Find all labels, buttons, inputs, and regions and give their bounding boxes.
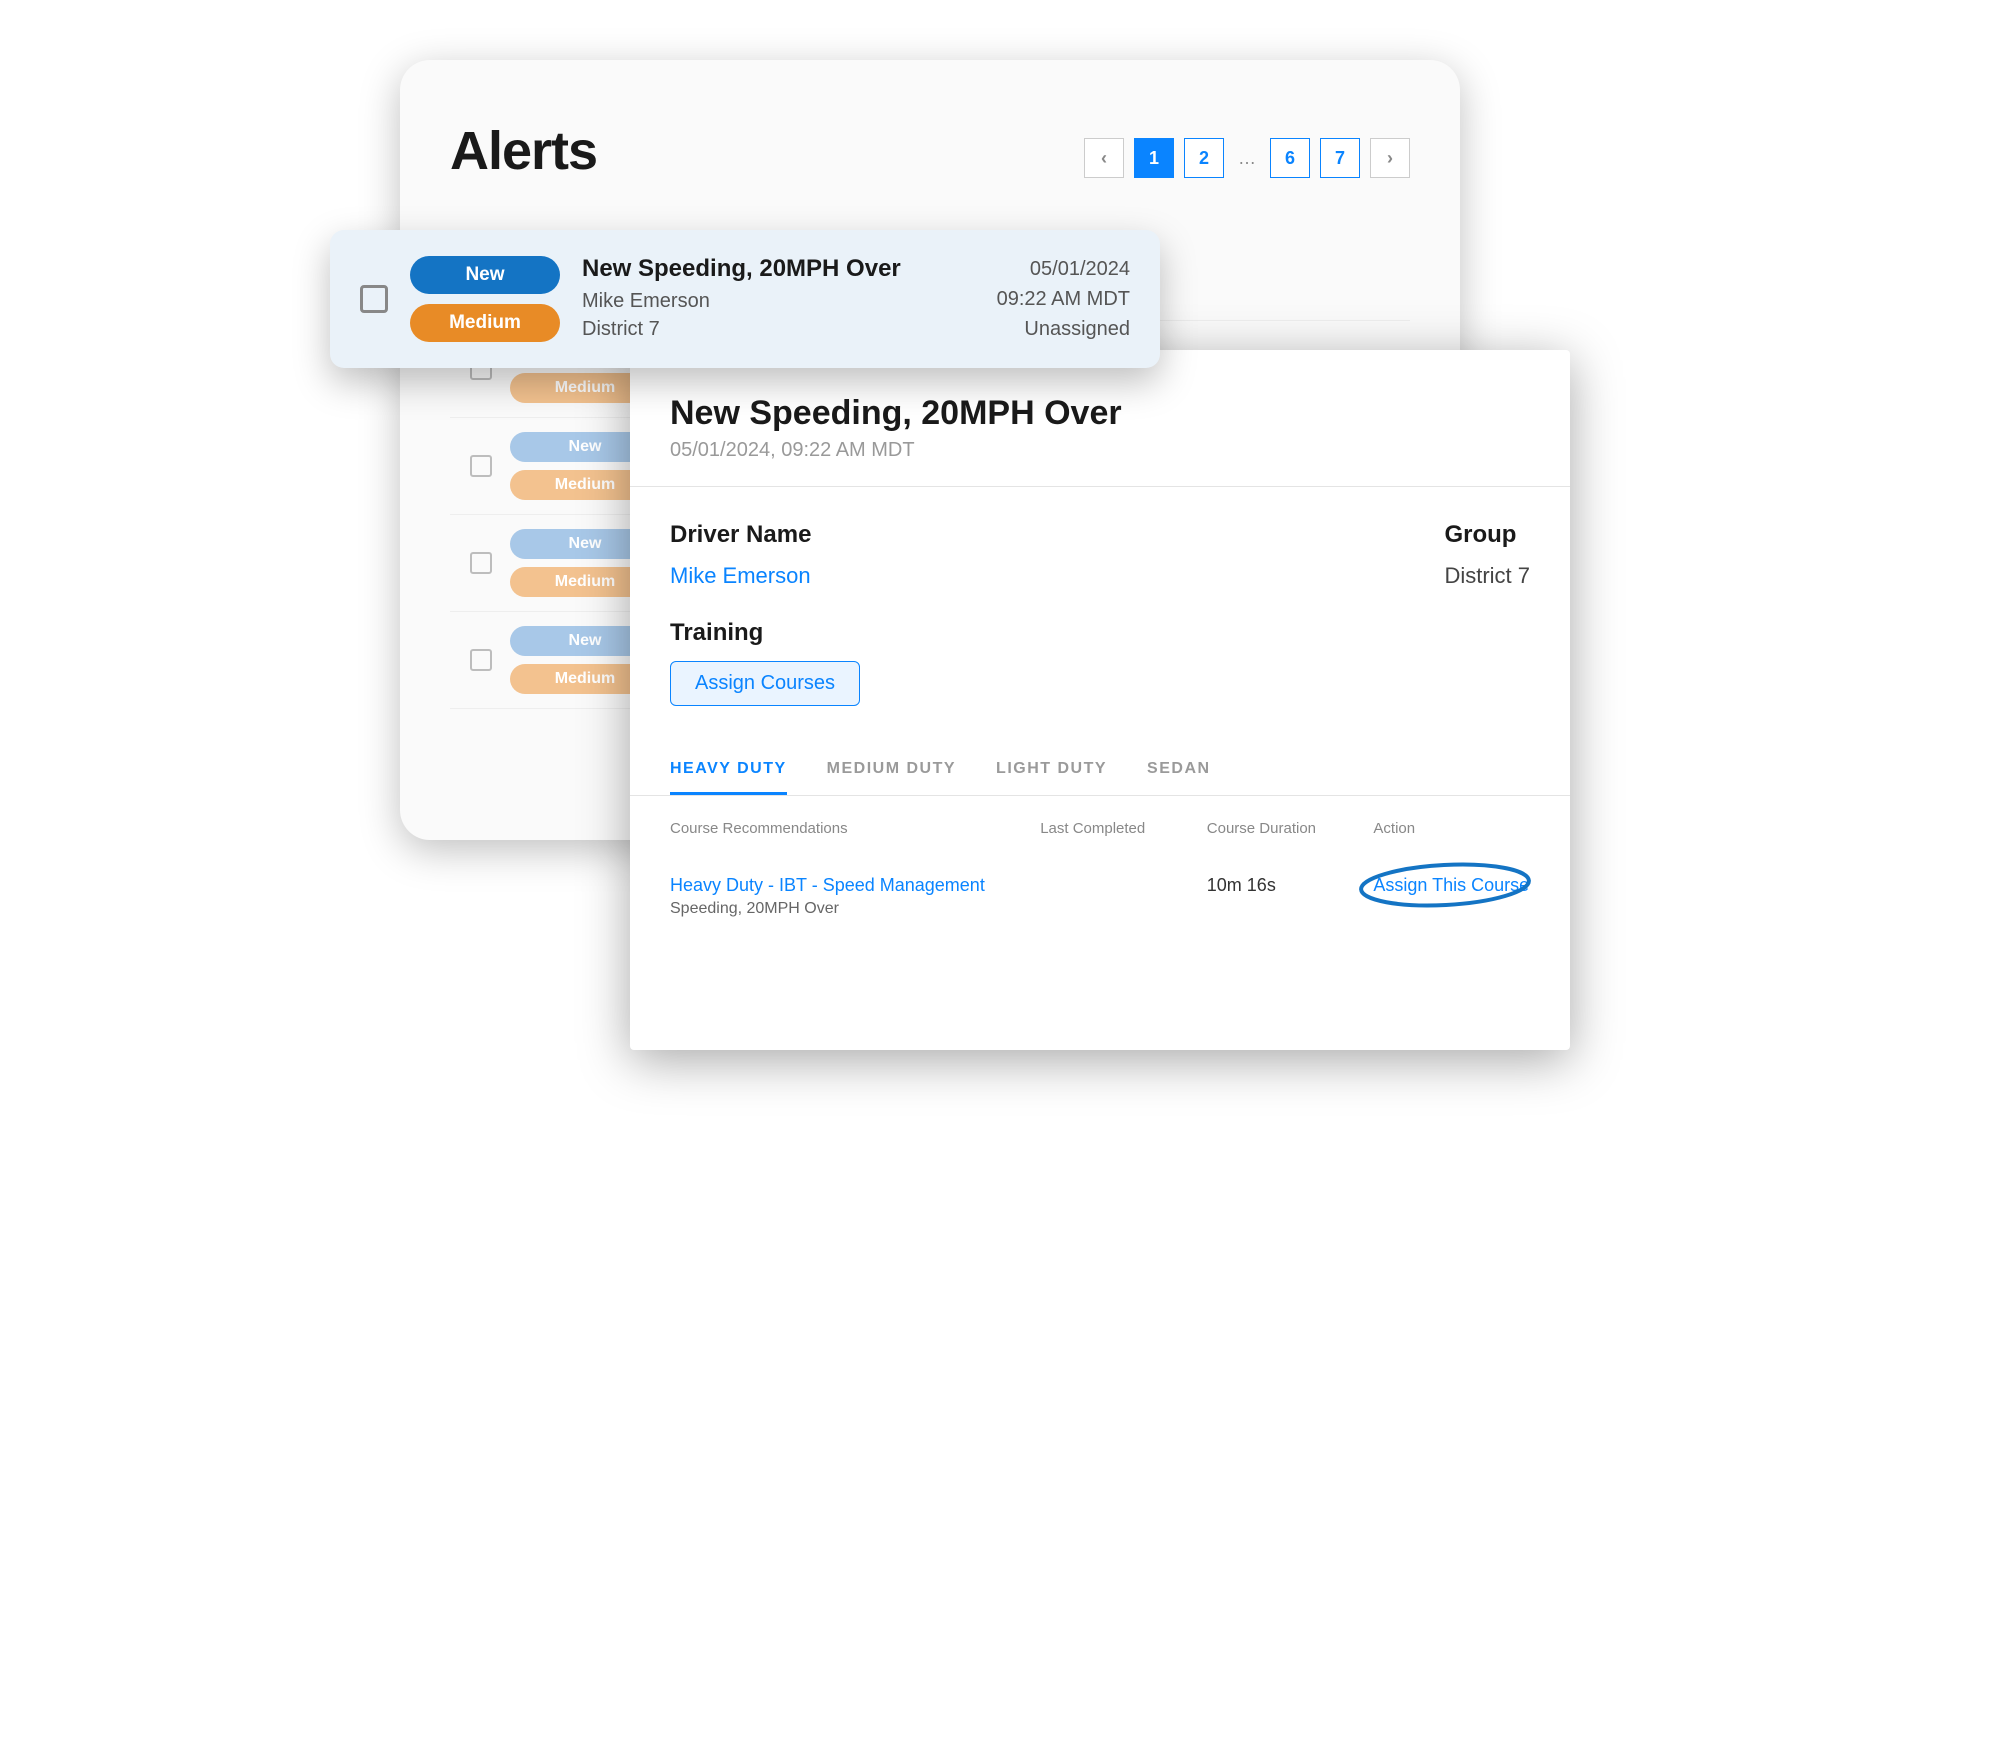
- pagination-page-1[interactable]: 1: [1134, 138, 1174, 178]
- course-row: Heavy Duty - IBT - Speed Management Spee…: [670, 863, 1530, 930]
- col-course: Course Recommendations: [670, 820, 1030, 837]
- assign-this-course-label: Assign This Course: [1373, 875, 1529, 895]
- course-duration: 10m 16s: [1207, 875, 1364, 896]
- pagination-page-6[interactable]: 6: [1270, 138, 1310, 178]
- course-name-link[interactable]: Heavy Duty - IBT - Speed Management: [670, 875, 1030, 896]
- course-table: Course Recommendations Last Completed Co…: [630, 796, 1570, 930]
- pagination-next[interactable]: ›: [1370, 138, 1410, 178]
- status-badge: New: [410, 256, 560, 294]
- row-checkbox[interactable]: [360, 285, 388, 313]
- detail-datetime: 05/01/2024, 09:22 AM MDT: [670, 439, 1530, 462]
- pagination-page-2[interactable]: 2: [1184, 138, 1224, 178]
- course-subtitle: Speeding, 20MPH Over: [670, 900, 1030, 918]
- severity-badge: Medium: [410, 304, 560, 342]
- alert-date: 05/01/2024: [997, 254, 1130, 284]
- assign-courses-button[interactable]: Assign Courses: [670, 661, 860, 706]
- page-title: Alerts: [450, 120, 597, 182]
- tab-sedan[interactable]: SEDAN: [1147, 746, 1211, 795]
- col-last-completed: Last Completed: [1040, 820, 1197, 837]
- alert-district: District 7: [582, 315, 975, 343]
- selected-alert-card[interactable]: New Medium New Speeding, 20MPH Over Mike…: [330, 230, 1160, 368]
- row-checkbox[interactable]: [470, 455, 492, 477]
- tab-medium-duty[interactable]: MEDIUM DUTY: [827, 746, 956, 795]
- alert-detail-panel: New Speeding, 20MPH Over 05/01/2024, 09:…: [630, 350, 1570, 1050]
- col-action: Action: [1373, 820, 1530, 837]
- alert-time: 09:22 AM MDT: [997, 284, 1130, 314]
- tab-light-duty[interactable]: LIGHT DUTY: [996, 746, 1107, 795]
- chevron-left-icon: ‹: [1101, 148, 1107, 169]
- tab-heavy-duty[interactable]: HEAVY DUTY: [670, 746, 787, 795]
- assign-this-course-link[interactable]: Assign This Course: [1373, 875, 1529, 896]
- training-label: Training: [670, 619, 1530, 647]
- alert-driver: Mike Emerson: [582, 287, 975, 315]
- group-value: District 7: [1444, 563, 1530, 589]
- pagination-ellipsis: …: [1234, 148, 1260, 169]
- row-checkbox[interactable]: [470, 552, 492, 574]
- alert-title: New Speeding, 20MPH Over: [582, 255, 975, 283]
- driver-name-label: Driver Name: [670, 521, 811, 549]
- col-duration: Course Duration: [1207, 820, 1364, 837]
- vehicle-class-tabs: HEAVY DUTY MEDIUM DUTY LIGHT DUTY SEDAN: [630, 746, 1570, 796]
- pagination-page-7[interactable]: 7: [1320, 138, 1360, 178]
- alert-status: Unassigned: [997, 314, 1130, 344]
- driver-name-link[interactable]: Mike Emerson: [670, 563, 811, 589]
- row-checkbox[interactable]: [470, 649, 492, 671]
- group-label: Group: [1444, 521, 1530, 549]
- chevron-right-icon: ›: [1387, 148, 1393, 169]
- pagination-prev[interactable]: ‹: [1084, 138, 1124, 178]
- detail-title: New Speeding, 20MPH Over: [670, 394, 1530, 433]
- pagination: ‹ 1 2 … 6 7 ›: [1084, 138, 1410, 178]
